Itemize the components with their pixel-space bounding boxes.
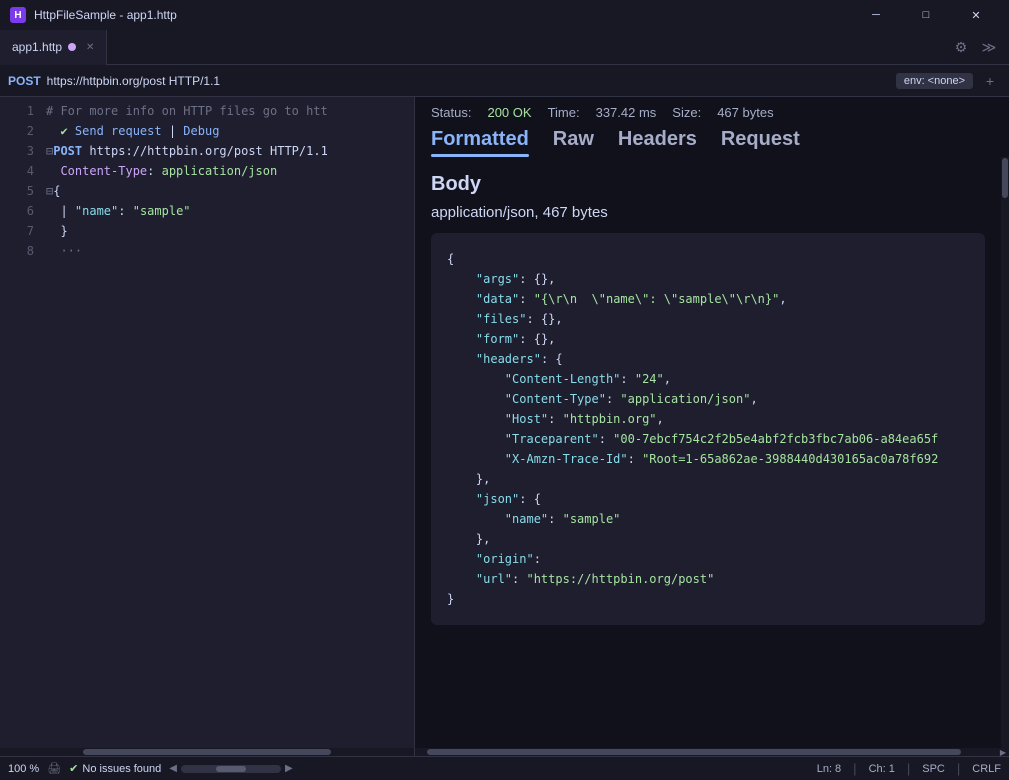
line-ending-info: CRLF xyxy=(972,763,1001,775)
code-line-3: ⊟POST https://httpbin.org/post HTTP/1.1 xyxy=(46,141,410,161)
status-icon[interactable]: 🖨 xyxy=(47,762,61,775)
line-num-8: 8 xyxy=(0,241,34,261)
editor-scrollbar-thumb xyxy=(83,749,331,755)
body-subheading: application/json, 467 bytes xyxy=(431,204,985,221)
status-bar-left: 100 % 🖨 ✔ No issues found ◀ ▶ xyxy=(8,762,805,775)
line-info: Ln: 8 xyxy=(817,763,841,775)
code-line-8: } xyxy=(46,221,410,241)
line-num-4: 4 xyxy=(0,161,34,181)
response-main: Body application/json, 467 bytes { "args… xyxy=(415,157,1009,748)
response-vscroll-thumb xyxy=(1002,158,1008,198)
scroll-left-icon[interactable]: ◀ xyxy=(169,763,177,774)
code-content[interactable]: # For more info on HTTP files go to htt … xyxy=(40,97,414,748)
line-num-1: 1 xyxy=(0,101,34,121)
scroll-track[interactable] xyxy=(181,765,281,773)
response-status-bar: Status: 200 OK Time: 337.42 ms Size: 467… xyxy=(415,97,1009,128)
line-num-2: 2 xyxy=(0,121,34,141)
bottom-scrollbar-area: ◀ ▶ xyxy=(169,763,292,774)
response-panel: Status: 200 OK Time: 337.42 ms Size: 467… xyxy=(415,97,1009,756)
tab-modified-dot xyxy=(68,43,76,51)
size-value: 467 bytes xyxy=(717,105,773,120)
tab-raw[interactable]: Raw xyxy=(553,128,594,157)
time-label: Time: xyxy=(548,105,580,120)
editor-lines: 1 2 3 4 5 6 7 8 # For more info on HTTP … xyxy=(0,97,414,748)
tab-settings-icon[interactable]: ⚙ xyxy=(949,35,973,59)
issues-badge: ✔ No issues found xyxy=(69,762,161,775)
add-request-button[interactable]: + xyxy=(979,70,1001,92)
line-num-5: 5 xyxy=(0,181,34,201)
app-icon: H xyxy=(10,7,26,23)
request-method: POST xyxy=(8,74,41,88)
line-num-7: 7 xyxy=(0,221,34,241)
time-value: 337.42 ms xyxy=(596,105,657,120)
code-line-7: | "name": "sample" xyxy=(46,201,410,221)
zoom-level[interactable]: 100 % xyxy=(8,763,39,775)
scroll-right-icon[interactable]: ▶ xyxy=(285,763,293,774)
col-info: Ch: 1 xyxy=(869,763,895,775)
window-controls: ─ □ ✕ xyxy=(853,0,999,30)
close-button[interactable]: ✕ xyxy=(953,0,999,30)
status-bar: 100 % 🖨 ✔ No issues found ◀ ▶ Ln: 8 | Ch… xyxy=(0,756,1009,780)
main-content: 1 2 3 4 5 6 7 8 # For more info on HTTP … xyxy=(0,97,1009,756)
editor-panel: 1 2 3 4 5 6 7 8 # For more info on HTTP … xyxy=(0,97,415,756)
status-label: Status: xyxy=(431,105,471,120)
tab-label: app1.http xyxy=(12,40,62,54)
tab-bar: app1.http ✕ ⚙ ≫ xyxy=(0,30,1009,65)
response-hscrollbar[interactable]: ▶ xyxy=(415,748,1009,756)
maximize-button[interactable]: □ xyxy=(903,0,949,30)
status-bar-right: Ln: 8 | Ch: 1 | SPC | CRLF xyxy=(817,761,1001,776)
body-heading: Body xyxy=(431,173,985,196)
tab-bar-actions: ⚙ ≫ xyxy=(949,35,1009,59)
title-bar: H HttpFileSample - app1.http ─ □ ✕ xyxy=(0,0,1009,30)
code-line-2: ✔ Send request | Debug xyxy=(46,121,410,141)
response-tabs: Formatted Raw Headers Request xyxy=(415,128,1009,157)
line-num-6: 6 xyxy=(0,201,34,221)
line-num-3: 3 xyxy=(0,141,34,161)
editor-scrollbar[interactable] xyxy=(0,748,414,756)
status-code: 200 OK xyxy=(487,105,531,120)
code-line-6: ⊟{ xyxy=(46,181,410,201)
code-line-4: Content-Type: application/json xyxy=(46,161,410,181)
response-hscrollbar-thumb xyxy=(427,749,962,755)
issues-text: No issues found xyxy=(82,763,161,775)
tab-overflow-icon[interactable]: ≫ xyxy=(977,35,1001,59)
encoding-info: SPC xyxy=(922,763,945,775)
tab-formatted[interactable]: Formatted xyxy=(431,128,529,157)
tab-headers[interactable]: Headers xyxy=(618,128,697,157)
minimize-button[interactable]: ─ xyxy=(853,0,899,30)
request-url: https://httpbin.org/post HTTP/1.1 xyxy=(47,74,890,88)
request-bar: POST https://httpbin.org/post HTTP/1.1 e… xyxy=(0,65,1009,97)
code-line-9: ··· xyxy=(46,241,410,261)
response-hscrollbar-arrow[interactable]: ▶ xyxy=(997,748,1009,756)
title-bar-text: HttpFileSample - app1.http xyxy=(34,8,845,22)
size-label: Size: xyxy=(672,105,701,120)
line-numbers: 1 2 3 4 5 6 7 8 xyxy=(0,97,40,748)
editor-area[interactable]: 1 2 3 4 5 6 7 8 # For more info on HTTP … xyxy=(0,97,414,748)
issues-check-icon: ✔ xyxy=(69,762,78,775)
env-selector[interactable]: env: <none> xyxy=(896,73,973,89)
tab-close-icon[interactable]: ✕ xyxy=(86,42,94,53)
tab-app1-http[interactable]: app1.http ✕ xyxy=(0,30,107,65)
scroll-thumb xyxy=(216,766,246,772)
response-body[interactable]: Body application/json, 467 bytes { "args… xyxy=(415,157,1001,748)
json-block: { "args": {}, "data": "{\r\n \"name\": \… xyxy=(431,233,985,625)
tab-request[interactable]: Request xyxy=(721,128,800,157)
code-line-1: # For more info on HTTP files go to htt xyxy=(46,101,410,121)
response-vscroll[interactable] xyxy=(1001,157,1009,748)
